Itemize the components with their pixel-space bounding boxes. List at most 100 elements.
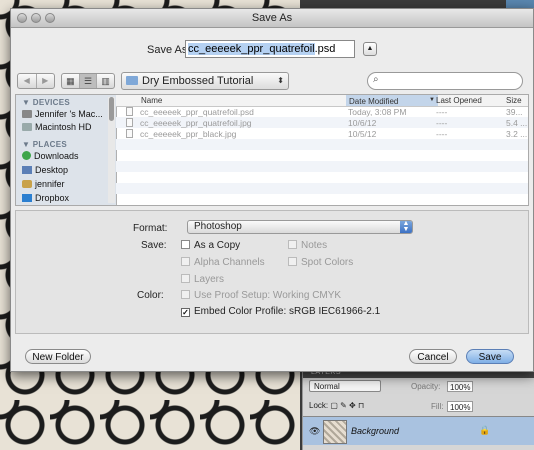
document-icon	[126, 107, 133, 116]
spot-colors-checkbox[interactable]: Spot Colors	[288, 257, 353, 268]
checkbox-box	[288, 240, 297, 249]
eye-icon[interactable]: 👁	[309, 426, 320, 437]
sidebar-item-computer[interactable]: Jennifer 's Mac...	[22, 109, 103, 119]
updown-arrows-icon: ⬍	[277, 76, 284, 85]
checkmark-icon: ✓	[181, 308, 190, 317]
use-proof-setup-checkbox[interactable]: Use Proof Setup: Working CMYK	[181, 290, 341, 301]
folder-location-popup[interactable]: Dry Embossed Tutorial ⬍	[121, 72, 289, 90]
new-folder-button[interactable]: New Folder	[25, 349, 91, 364]
file-browser: ▼ DEVICES Jennifer 's Mac... Macintosh H…	[15, 94, 529, 206]
document-icon	[126, 118, 133, 127]
document-icon	[126, 129, 133, 138]
close-window-button[interactable]	[17, 13, 27, 23]
sidebar-item-macintosh-hd[interactable]: Macintosh HD	[22, 122, 92, 132]
filename-extension: .psd	[314, 43, 336, 55]
lock-icon: 🔒	[479, 425, 491, 435]
empty-row	[116, 183, 528, 194]
as-a-copy-checkbox[interactable]: As a Copy	[181, 240, 240, 251]
save-label: Save:	[141, 240, 167, 251]
file-list: Name Date Modified ▼ Last Opened Size cc…	[116, 95, 528, 205]
file-last-opened: ----	[436, 129, 448, 139]
layer-thumbnail	[323, 420, 347, 444]
empty-row	[116, 161, 528, 172]
cancel-button[interactable]: Cancel	[409, 349, 457, 364]
file-size: 5.4 ...	[506, 118, 528, 128]
file-name: cc_eeeeek_ppr_black.jpg	[140, 129, 237, 139]
disclosure-triangle-icon[interactable]: ▼	[22, 140, 30, 149]
minimize-window-button[interactable]	[31, 13, 41, 23]
icon-view-icon[interactable]: ▦	[62, 74, 80, 88]
sidebar-item-downloads[interactable]: Downloads	[22, 151, 79, 161]
dropbox-icon	[22, 194, 32, 202]
save-button[interactable]: Save	[466, 349, 514, 364]
file-name: cc_eeeeek_ppr_quatrefoil.jpg	[140, 118, 252, 128]
lock-label: Lock: ▢ ✎ ✥ ⊓	[309, 401, 365, 410]
sidebar-scrollbar[interactable]	[108, 97, 115, 203]
forward-arrow-icon[interactable]: ▶	[37, 74, 55, 88]
view-mode-buttons: ▦ ☰ ▥	[61, 73, 115, 89]
opacity-input[interactable]: 100%	[447, 381, 473, 392]
format-select[interactable]: Photoshop ▲ ▼	[187, 220, 413, 234]
format-label: Format:	[133, 223, 168, 234]
sort-down-icon: ▼	[429, 97, 435, 103]
opacity-label: Opacity:	[411, 382, 441, 391]
hard-drive-icon	[22, 123, 32, 131]
file-date: Today, 3:08 PM	[348, 107, 407, 117]
folder-icon	[126, 76, 138, 85]
checkbox-box	[181, 274, 190, 283]
current-folder-label: Dry Embossed Tutorial	[142, 75, 254, 87]
file-row[interactable]: cc_eeeeek_ppr_quatrefoil.psd Today, 3:08…	[116, 106, 528, 117]
sidebar-item-dropbox[interactable]: Dropbox	[22, 193, 69, 203]
checkbox-box	[181, 290, 190, 299]
layers-checkbox[interactable]: Layers	[181, 274, 224, 285]
embed-color-profile-checkbox[interactable]: ✓ Embed Color Profile: sRGB IEC61966-2.1	[181, 306, 380, 317]
empty-row	[116, 139, 528, 150]
save-as-label: Save As:	[147, 44, 191, 56]
updown-arrows-icon: ▲ ▼	[400, 220, 412, 233]
file-name: cc_eeeeek_ppr_quatrefoil.psd	[140, 107, 254, 117]
zoom-window-button[interactable]	[45, 13, 55, 23]
notes-checkbox[interactable]: Notes	[288, 240, 327, 251]
layers-panel: LAYERS Normal Opacity: 100% Lock: ▢ ✎ ✥ …	[302, 368, 534, 450]
downloads-icon	[22, 151, 31, 160]
color-label: Color:	[137, 290, 164, 301]
fill-label: Fill:	[431, 402, 444, 411]
filename-selected-text: cc_eeeeek_ppr_quatrefoil	[188, 43, 315, 55]
checkbox-box	[181, 240, 190, 249]
file-size: 39...	[506, 107, 523, 117]
search-icon: ⌕	[373, 74, 379, 85]
file-row[interactable]: cc_eeeeek_ppr_quatrefoil.jpg 10/6/12 ---…	[116, 117, 528, 128]
computer-icon	[22, 110, 32, 118]
triangle-up-icon: ▲	[366, 45, 374, 52]
window-title: Save As	[251, 12, 293, 24]
list-view-icon[interactable]: ☰	[79, 74, 98, 88]
column-last-opened[interactable]: Last Opened	[436, 96, 482, 105]
search-field[interactable]: ⌕	[367, 72, 523, 90]
file-last-opened: ----	[436, 118, 448, 128]
back-arrow-icon[interactable]: ◀	[18, 74, 37, 88]
file-size: 3.2 ...	[506, 129, 528, 139]
alpha-channels-checkbox[interactable]: Alpha Channels	[181, 257, 265, 268]
file-row[interactable]: cc_eeeeek_ppr_black.jpg 10/5/12 ---- 3.2…	[116, 128, 528, 139]
title-bar: Save As	[11, 9, 533, 28]
filename-input[interactable]: cc_eeeeek_ppr_quatrefoil.psd	[185, 40, 355, 58]
sidebar-item-desktop[interactable]: Desktop	[22, 165, 68, 175]
column-date-modified[interactable]: Date Modified ▼	[346, 95, 438, 106]
file-last-opened: ----	[436, 107, 448, 117]
file-date: 10/6/12	[348, 118, 377, 128]
fill-input[interactable]: 100%	[447, 401, 473, 412]
collapse-dialog-button[interactable]: ▲	[363, 42, 377, 56]
column-name[interactable]: Name	[141, 96, 162, 105]
blend-mode-select[interactable]: Normal	[309, 380, 381, 392]
home-icon	[22, 180, 32, 188]
sidebar-item-jennifer[interactable]: jennifer	[22, 179, 65, 189]
desktop-icon	[22, 166, 32, 174]
scrollbar-thumb[interactable]	[109, 97, 114, 121]
layer-name: Background	[351, 426, 400, 436]
checkbox-box	[181, 257, 190, 266]
disclosure-triangle-icon[interactable]: ▼	[22, 98, 30, 107]
column-size[interactable]: Size	[506, 96, 522, 105]
layer-row-background[interactable]: 👁 Background 🔒	[303, 416, 534, 445]
checkbox-box	[288, 257, 297, 266]
column-view-icon[interactable]: ▥	[97, 74, 114, 88]
